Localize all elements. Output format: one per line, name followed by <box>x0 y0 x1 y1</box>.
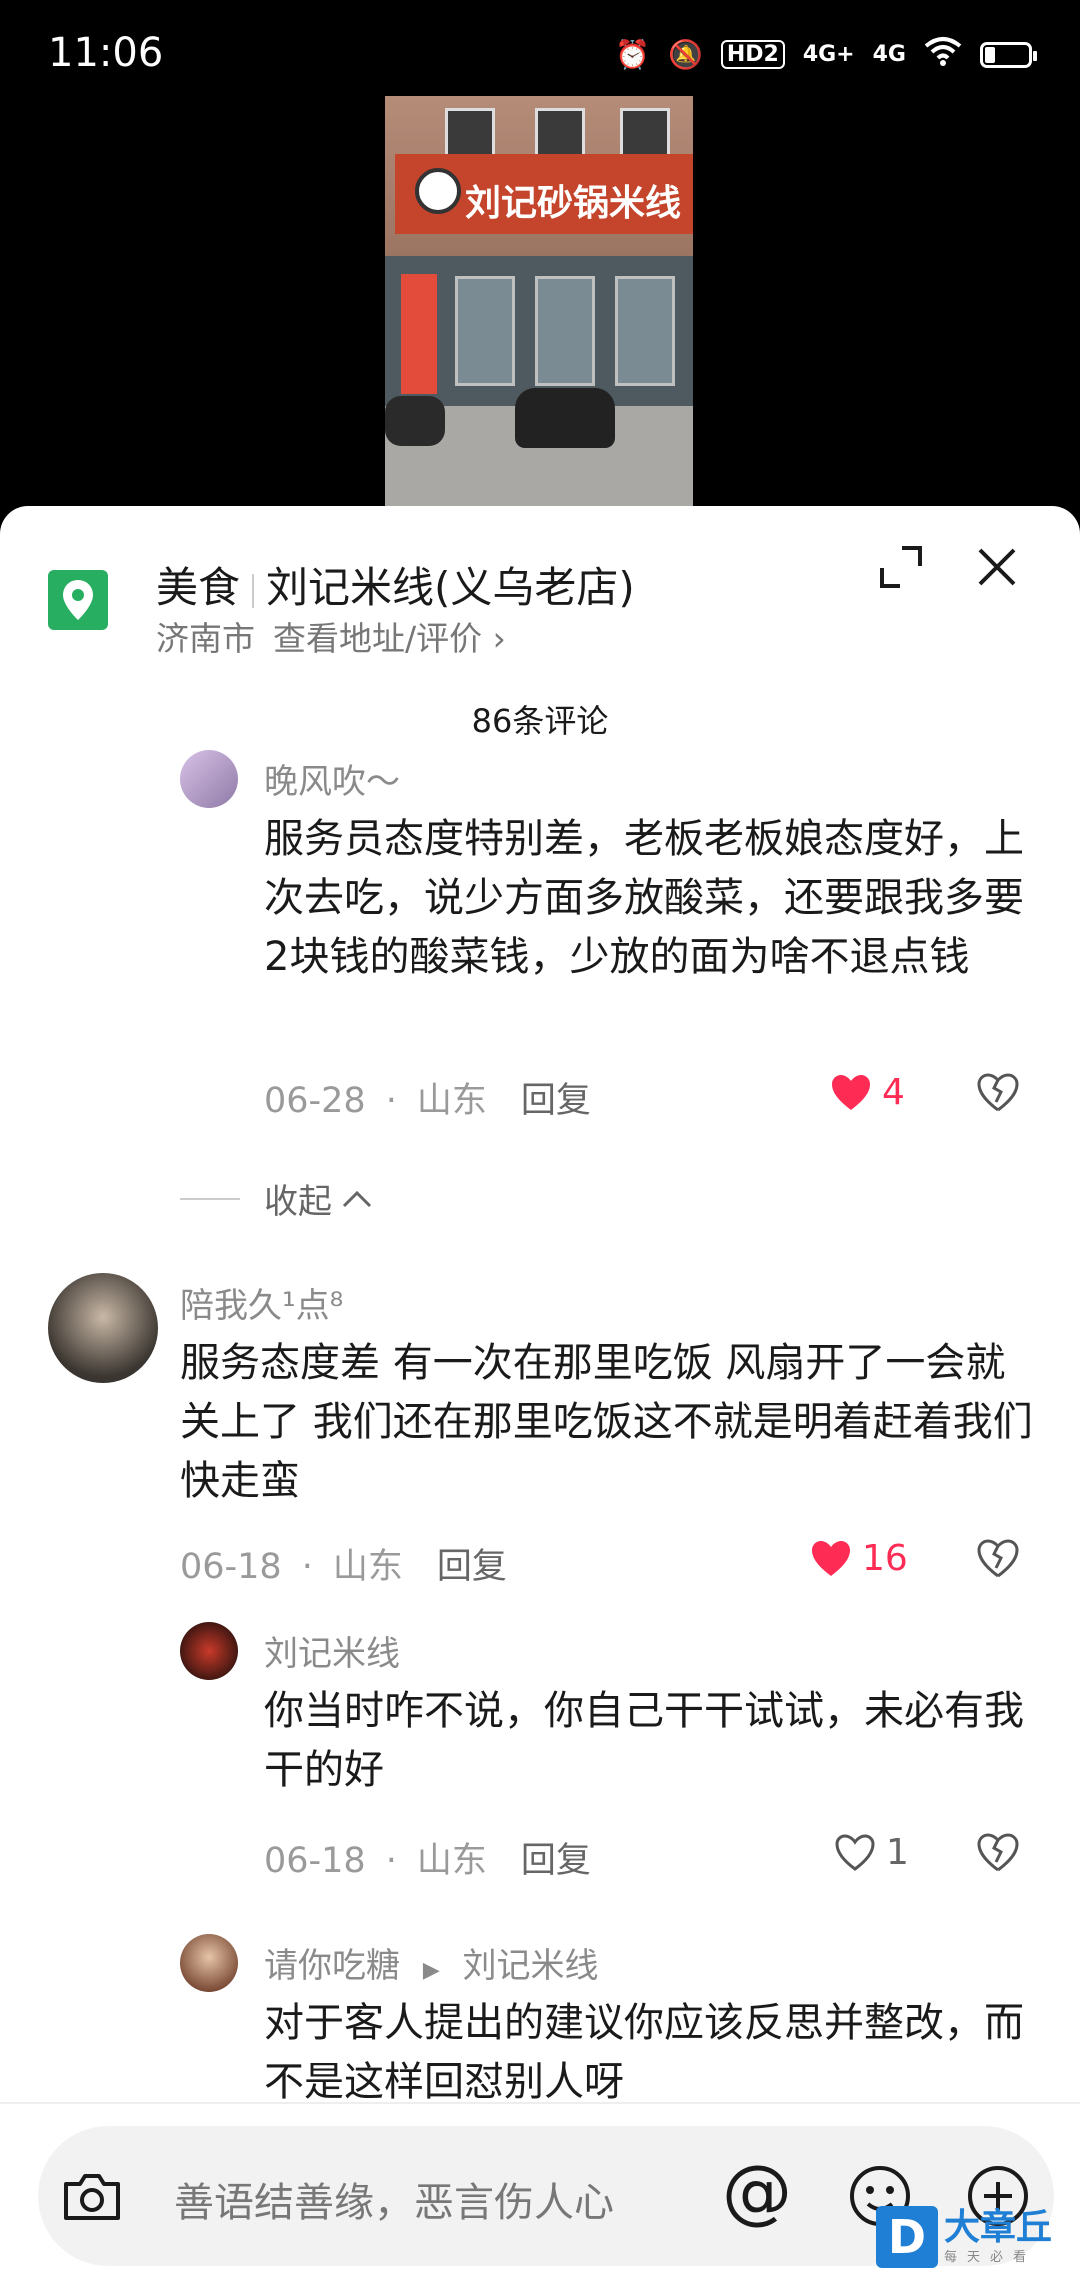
comment-text[interactable]: 服务员态度特别差，老板老板娘态度好，上次去吃，说少方面多放酸菜，还要跟我多要2块… <box>264 810 1044 987</box>
shop-logo <box>415 168 461 214</box>
comment-username[interactable]: 请你吃糖 ▶ 刘记米线 <box>264 1938 599 1987</box>
reply-target: 刘记米线 <box>462 1946 599 1986</box>
comment-text[interactable]: 服务态度差 有一次在那里吃饭 风扇开了一会就关上了 我们还在那里吃饭这不就是明着… <box>180 1334 1040 1511</box>
close-button[interactable] <box>972 542 1022 592</box>
comment-region: 山东 <box>332 1547 403 1587</box>
collapse-replies-button[interactable]: 收起 <box>180 1174 374 1223</box>
shop-sign-text: 刘记砂锅米线 <box>465 182 682 224</box>
signal-4g: 4G <box>872 42 906 67</box>
reply-button[interactable]: 回复 <box>521 1841 591 1881</box>
wifi-icon <box>924 36 962 73</box>
watermark-logo: D <box>876 2206 938 2268</box>
meta-dot: · <box>301 1547 313 1587</box>
heart-outline-icon <box>835 1833 875 1871</box>
battery-icon <box>980 41 1037 68</box>
comment-meta: 06-28 · 山东 回复 <box>264 1072 591 1123</box>
comment-username[interactable]: 晚风吹～ <box>264 754 400 803</box>
avatar[interactable] <box>180 1934 238 1992</box>
expand-button[interactable] <box>878 544 924 590</box>
like-button[interactable]: 16 <box>810 1538 908 1579</box>
collapse-label: 收起 <box>264 1182 332 1222</box>
watermark-text-block: 大章丘 每天必看 <box>944 2206 1053 2265</box>
comment-text[interactable]: 对于客人提出的建议你应该反思并整改，而不是这样回怼别人呀 <box>264 1994 1044 2112</box>
watermark-title: 大章丘 <box>944 2206 1053 2248</box>
chevron-right-icon: › <box>492 619 506 658</box>
close-icon <box>978 548 1016 586</box>
comment-region: 山东 <box>416 1841 487 1881</box>
mention-icon[interactable]: @ <box>722 2150 792 2232</box>
meta-dot: · <box>385 1081 397 1121</box>
avatar[interactable] <box>48 1273 158 1383</box>
avatar[interactable] <box>180 750 238 808</box>
comment-date: 06-18 <box>264 1841 366 1881</box>
expand-icon <box>880 546 922 588</box>
camera-icon[interactable] <box>58 2162 126 2230</box>
location-name: 刘记米线(义乌老店) <box>266 563 635 612</box>
like-count: 4 <box>882 1072 905 1113</box>
reply-author: 请你吃糖 <box>264 1946 400 1986</box>
hd-icon: HD2 <box>720 40 785 69</box>
comment-date: 06-28 <box>264 1081 366 1121</box>
comment-count: 86条评论 <box>471 702 609 740</box>
location-subtitle[interactable]: 济南市 查看地址/评价 › <box>156 612 506 660</box>
video-door <box>455 276 515 386</box>
reply-button[interactable]: 回复 <box>521 1081 591 1121</box>
video-menu-board <box>401 274 437 394</box>
signal-4g-plus: 4G+ <box>802 42 855 67</box>
comment-meta: 06-18 · 山东 回复 <box>264 1832 591 1883</box>
alarm-icon: ⏰ <box>615 38 650 71</box>
collapse-line <box>180 1197 240 1200</box>
meta-dot: · <box>385 1841 397 1881</box>
like-button[interactable]: 1 <box>834 1832 909 1873</box>
avatar[interactable] <box>180 1622 238 1680</box>
broken-heart-icon <box>977 1539 1019 1578</box>
status-time: 11:06 <box>48 30 164 76</box>
dislike-button[interactable] <box>976 1832 1020 1876</box>
heart-filled-icon <box>832 1074 870 1110</box>
broken-heart-icon <box>977 1833 1019 1872</box>
reply-arrow-icon: ▶ <box>422 1958 440 1983</box>
status-bar: 11:06 ⏰ 🔕 HD2 4G+ 4G <box>0 0 1080 110</box>
heart-filled-icon <box>812 1540 850 1576</box>
comment-username[interactable]: 陪我久¹点⁸ <box>180 1278 343 1327</box>
chevron-up-icon <box>342 1190 372 1207</box>
view-address-link[interactable]: 查看地址/评价 <box>273 619 482 658</box>
video-door <box>535 276 595 386</box>
broken-heart-icon <box>977 1073 1019 1112</box>
video-shop-sign: 刘记砂锅米线 <box>395 154 693 234</box>
comment-date: 06-18 <box>180 1547 282 1587</box>
comment-text[interactable]: 你当时咋不说，你自己干干试试，未必有我干的好 <box>264 1682 1044 1800</box>
comment-sheet: 美食 刘记米线(义乌老店) 济南市 查看地址/评价 › 86条评论 晚风吹～ 服务员… <box>0 506 1080 2274</box>
video-scooter <box>515 388 615 448</box>
location-pin-icon[interactable] <box>48 570 108 630</box>
location-title[interactable]: 美食 刘记米线(义乌老店) <box>156 554 635 615</box>
watermark-subtitle: 每天必看 <box>944 2249 1037 2265</box>
location-category: 美食 <box>156 563 241 612</box>
video-door <box>615 276 675 386</box>
comment-meta: 06-18 · 山东 回复 <box>180 1538 507 1589</box>
watermark: D 大章丘 每天必看 <box>876 2200 1080 2274</box>
location-city: 济南市 <box>156 619 255 658</box>
comment-region: 山东 <box>416 1081 487 1121</box>
video-scooter <box>385 396 445 446</box>
video-player[interactable]: 刘记砂锅米线 <box>385 96 693 506</box>
title-separator <box>252 573 255 608</box>
like-button[interactable]: 4 <box>830 1072 905 1113</box>
like-count: 16 <box>862 1538 908 1579</box>
comment-username[interactable]: 刘记米线 <box>264 1626 400 1675</box>
comment-input[interactable]: 善语结善缘，恶言伤人心 <box>174 2170 614 2228</box>
dislike-button[interactable] <box>976 1072 1020 1116</box>
dislike-button[interactable] <box>976 1538 1020 1582</box>
like-count: 1 <box>886 1832 909 1873</box>
reply-button[interactable]: 回复 <box>437 1547 507 1587</box>
mute-icon: 🔕 <box>667 38 703 71</box>
status-icons: ⏰ 🔕 HD2 4G+ 4G <box>615 36 1037 73</box>
